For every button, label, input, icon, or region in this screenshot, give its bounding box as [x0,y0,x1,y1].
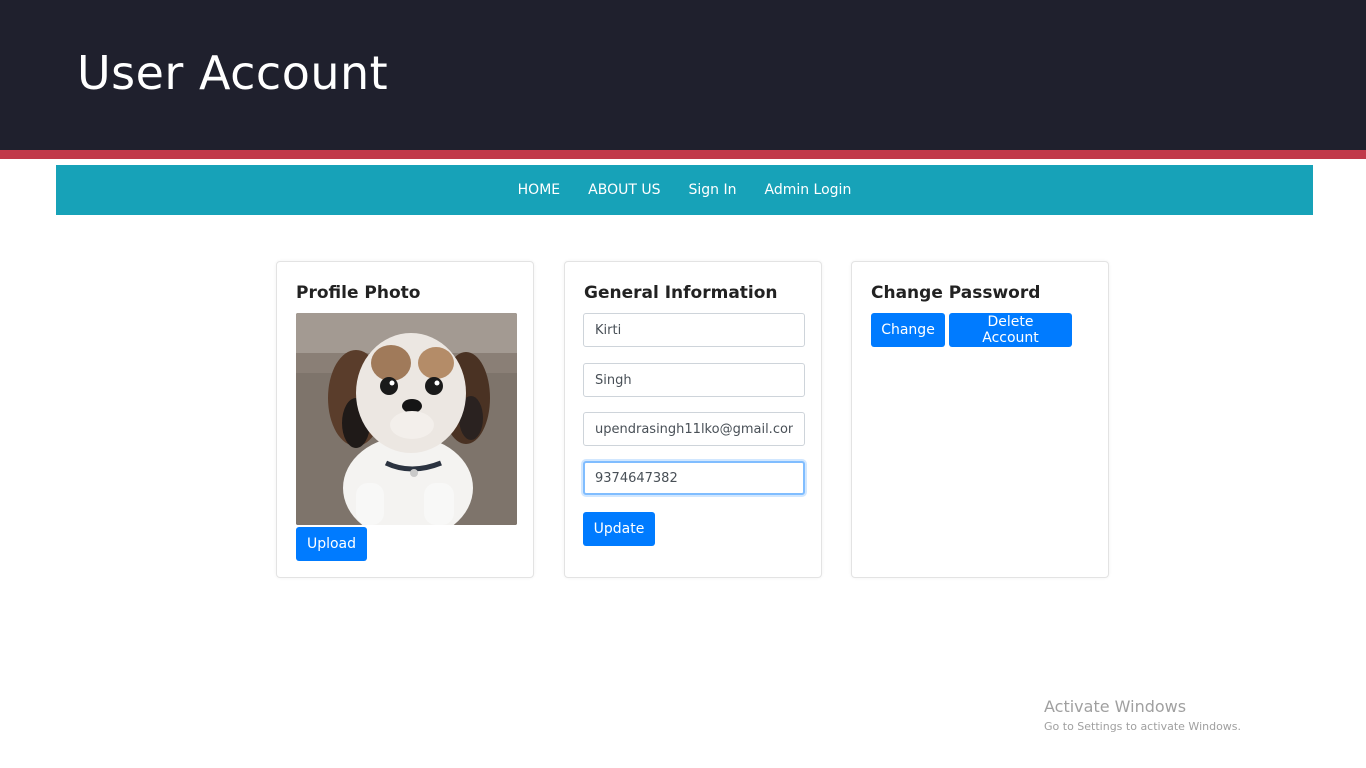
change-password-title: Change Password [871,283,1041,303]
profile-photo-card: Profile Photo Upload [276,261,534,578]
last-name-field[interactable] [583,363,805,397]
phone-field[interactable] [583,461,805,495]
change-password-card: Change Password Change Delete Account [851,261,1109,578]
slide-title: User Account [77,46,389,100]
nav-admin-login-link[interactable]: Admin Login [764,182,851,198]
email-field[interactable] [583,412,805,446]
profile-photo-title: Profile Photo [296,283,421,303]
nav-about-link[interactable]: ABOUT US [588,182,660,198]
change-password-button[interactable]: Change [871,313,945,347]
watermark-title: Activate Windows [1044,697,1187,716]
general-information-card: General Information Update [564,261,822,578]
nav-signin-link[interactable]: Sign In [688,182,736,198]
first-name-field[interactable] [583,313,805,347]
general-information-title: General Information [584,283,778,303]
slide-header: User Account [0,0,1366,150]
upload-button[interactable]: Upload [296,527,367,561]
delete-account-button[interactable]: Delete Account [949,313,1072,347]
activate-windows-watermark: Activate Windows Go to Settings to activ… [1044,697,1241,733]
nav-home-link[interactable]: HOME [518,182,560,198]
dog-photo [296,313,517,525]
watermark-subtitle: Go to Settings to activate Windows. [1044,720,1242,733]
navbar: HOME ABOUT US Sign In Admin Login [56,165,1313,215]
dog-photo-icon [296,313,517,525]
update-button[interactable]: Update [583,512,655,546]
accent-bar [0,150,1366,159]
